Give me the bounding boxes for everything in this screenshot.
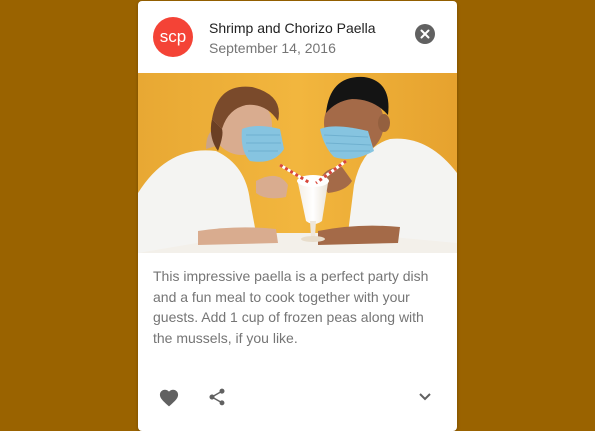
close-icon [420,29,430,39]
card-media [138,73,457,253]
card-date: September 14, 2016 [209,40,336,56]
expand-button[interactable] [411,383,439,411]
avatar: scp [153,17,193,57]
card-actions [138,377,457,417]
media-image [138,73,457,253]
avatar-initials: scp [159,27,187,46]
card-header: scp Shrimp and Chorizo Paella September … [138,1,457,73]
heart-icon [159,389,179,407]
recipe-card: scp Shrimp and Chorizo Paella September … [138,1,457,431]
share-icon [209,388,225,406]
card-title: Shrimp and Chorizo Paella [209,20,376,36]
share-button[interactable] [203,383,231,411]
favorite-button[interactable] [155,383,183,411]
chevron-down-icon [419,393,431,401]
close-button[interactable] [415,24,435,44]
card-description: This impressive paella is a perfect part… [153,268,429,346]
